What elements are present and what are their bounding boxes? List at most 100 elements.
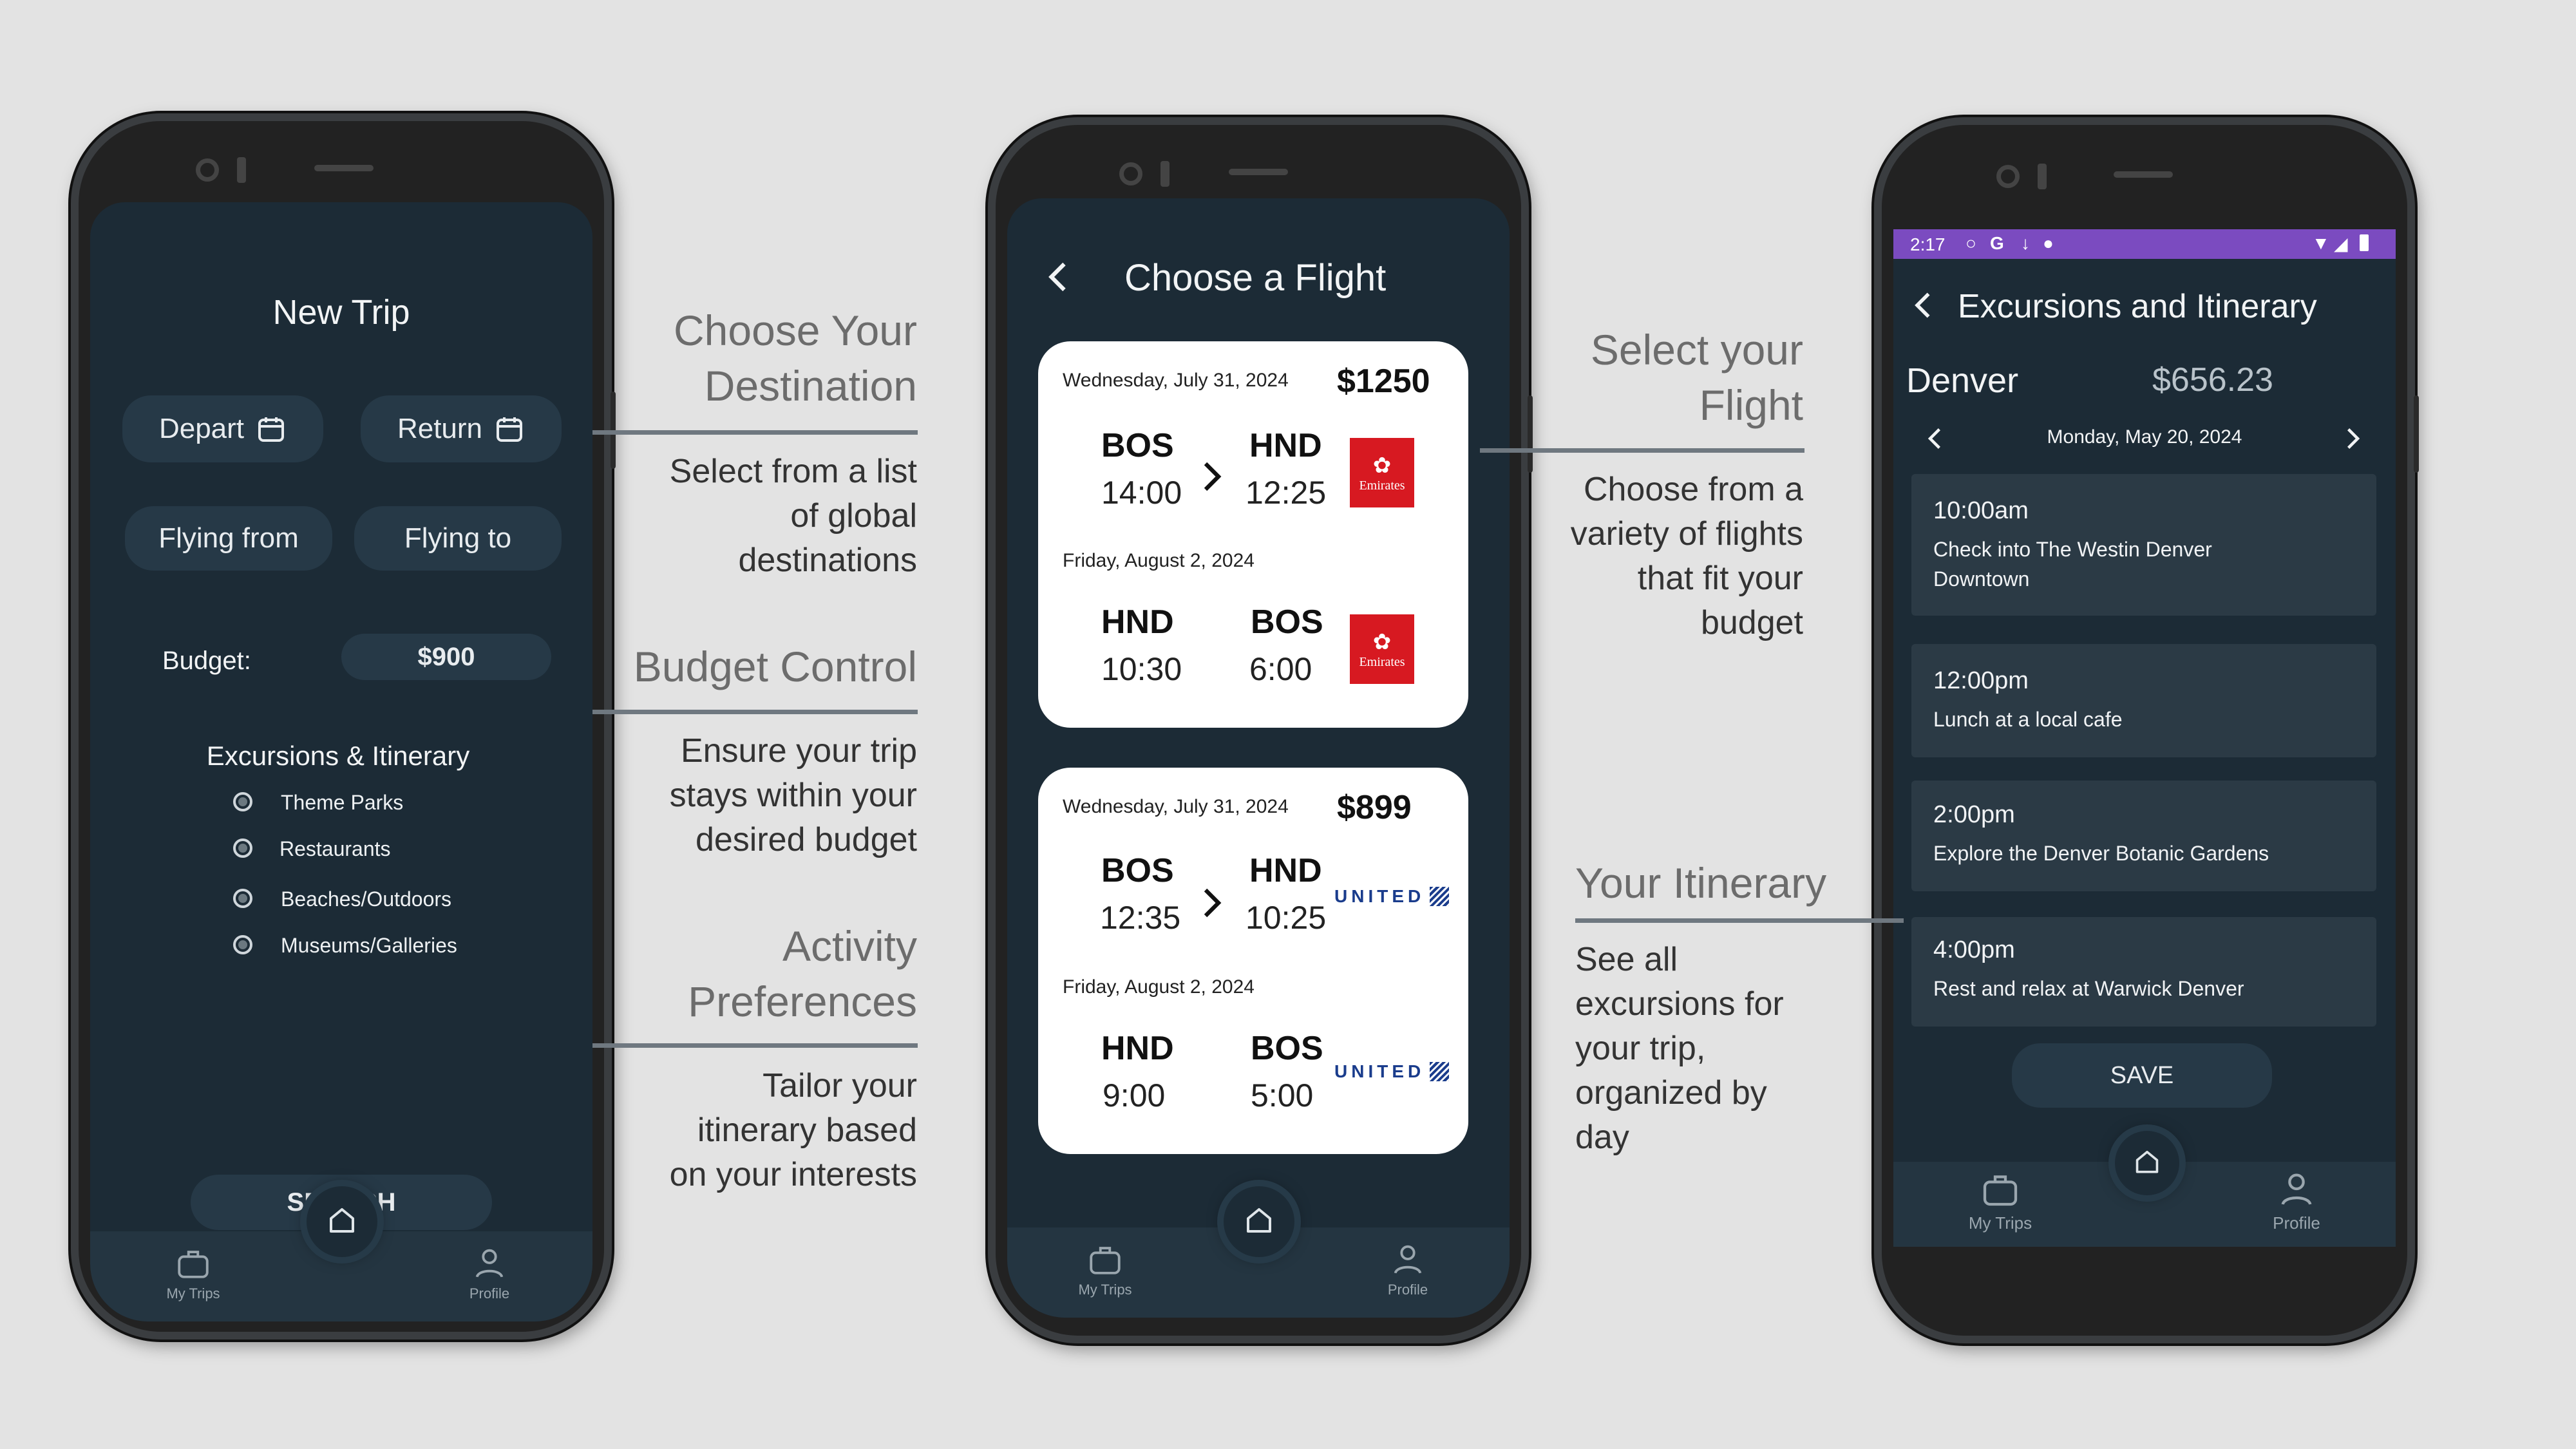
itinerary-item[interactable]: 12:00pm Lunch at a local cafe	[1911, 644, 2376, 757]
battery-icon	[2360, 234, 2369, 251]
annotation-text-line: that fit your	[1637, 560, 1803, 597]
flight-card[interactable]: Wednesday, July 31, 2024 $899 BOS HND 12…	[1038, 768, 1468, 1154]
annotation-title-line: Destination	[704, 362, 917, 410]
calendar-icon	[497, 417, 523, 442]
home-button[interactable]	[2115, 1131, 2179, 1195]
calendar-icon	[258, 417, 285, 442]
nav-profile[interactable]: Profile	[1363, 1240, 1453, 1298]
nav-my-trips[interactable]: My Trips	[148, 1244, 238, 1302]
airline-name: UNITED	[1334, 886, 1425, 906]
itinerary-description: Check into The Westin Denver Downtown	[1933, 538, 2212, 591]
radio-restaurants[interactable]	[233, 838, 252, 858]
notification-icon: ●	[2043, 233, 2054, 253]
annotation-text-line: organized by	[1575, 1074, 1767, 1112]
emirates-logo: ✿ Emirates	[1350, 614, 1414, 684]
nav-profile[interactable]: Profile	[444, 1244, 535, 1302]
airline-name: Emirates	[1359, 478, 1405, 493]
annotation-divider	[592, 710, 918, 714]
return-label: Return	[397, 413, 483, 444]
wifi-icon: ▼	[2312, 233, 2330, 253]
status-g: G	[1990, 233, 2004, 253]
option-beaches-outdoors: Beaches/Outdoors	[281, 887, 452, 911]
back-arrow-icon[interactable]	[1910, 287, 1938, 323]
save-label: SAVE	[2110, 1061, 2174, 1089]
annotation-activity-title: Activity Preferences	[531, 918, 917, 1029]
nav-my-trips[interactable]: My Trips	[1955, 1168, 2045, 1233]
itinerary-date: Monday, May 20, 2024	[2047, 426, 2242, 448]
annotation-divider	[592, 430, 918, 435]
annotation-destination-text: Select from a list of global destination…	[531, 450, 917, 583]
annotation-text-line: excursions for	[1575, 985, 1784, 1023]
annotation-budget-text: Ensure your trip stays within your desir…	[531, 729, 917, 862]
flying-to-label: Flying to	[404, 522, 512, 554]
airline-name: Emirates	[1359, 654, 1405, 669]
city-name: Denver	[1906, 361, 2019, 400]
annotation-text-line: desired budget	[695, 821, 917, 858]
itinerary-item[interactable]: 2:00pm Explore the Denver Botanic Garden…	[1911, 781, 2376, 891]
nav-my-trips-label: My Trips	[1078, 1282, 1132, 1298]
nav-my-trips[interactable]: My Trips	[1060, 1240, 1150, 1298]
annotation-text-line: your trip,	[1575, 1030, 1706, 1067]
annotation-text-line: Choose from a	[1583, 471, 1803, 508]
annotation-title-line: Preferences	[688, 978, 917, 1025]
nav-my-trips-label: My Trips	[166, 1285, 220, 1302]
annotation-itinerary-title: Your Itinerary	[1575, 855, 1936, 911]
nav-profile-label: Profile	[2273, 1213, 2320, 1233]
home-button[interactable]	[1224, 1186, 1294, 1257]
outbound-from-code: BOS	[1101, 852, 1174, 889]
phone-itinerary: 2:17 ○ G ↓ ● ▼ ◢ Excursions and Itinerar…	[1874, 117, 2419, 1343]
radio-beaches-outdoors[interactable]	[233, 889, 252, 908]
next-day-icon[interactable]	[2340, 422, 2363, 455]
flight-price: $1250	[1337, 363, 1430, 400]
depart-label: Depart	[158, 413, 245, 444]
save-button[interactable]: SAVE	[2012, 1043, 2272, 1108]
nav-profile[interactable]: Profile	[2251, 1168, 2342, 1233]
itinerary-description: Rest and relax at Warwick Denver	[1933, 977, 2244, 1000]
return-arrive-time: 5:00	[1251, 1077, 1314, 1113]
annotation-text-line: destinations	[738, 542, 917, 579]
annotation-title-line: Activity	[782, 922, 917, 970]
outbound-depart-time: 12:35	[1100, 900, 1181, 936]
return-to-code: BOS	[1251, 1030, 1323, 1067]
return-from-code: HND	[1101, 1030, 1174, 1067]
camera-lens	[1996, 165, 2020, 188]
back-arrow-icon[interactable]	[1043, 258, 1075, 296]
annotation-text-line: day	[1575, 1119, 1629, 1156]
itinerary-description: Lunch at a local cafe	[1933, 708, 2123, 731]
itinerary-item[interactable]: 4:00pm Rest and relax at Warwick Denver	[1911, 917, 2376, 1027]
annotation-flight-text: Choose from a variety of flights that fi…	[1443, 468, 1803, 645]
radio-theme-parks[interactable]	[233, 792, 252, 811]
suitcase-icon	[1090, 1247, 1121, 1274]
suitcase-icon	[1983, 1175, 2018, 1206]
budget-label: Budget:	[162, 647, 251, 675]
annotation-itinerary-text: See all excursions for your trip, organi…	[1575, 938, 1910, 1160]
depart-button[interactable]: Depart	[122, 395, 323, 462]
home-button[interactable]	[307, 1186, 377, 1257]
annotation-text-line: budget	[1700, 604, 1803, 641]
status-bar: 2:17 ○ G ↓ ● ▼ ◢	[1893, 229, 2396, 259]
annotation-text-line: Select from a list	[669, 453, 917, 490]
outbound-to-code: HND	[1249, 427, 1322, 464]
annotation-text-line: Tailor your	[762, 1067, 917, 1104]
flying-from-label: Flying from	[158, 522, 299, 554]
return-depart-time: 10:30	[1101, 651, 1182, 687]
outbound-date: Wednesday, July 31, 2024	[1063, 796, 1289, 817]
emirates-logo: ✿ Emirates	[1350, 438, 1414, 507]
annotation-text-line: on your interests	[669, 1156, 917, 1193]
camera-lens	[1119, 162, 1142, 185]
trip-total: $656.23	[2152, 361, 2273, 399]
annotation-text-line: itinerary based	[697, 1112, 917, 1149]
radio-museums-galleries[interactable]	[233, 935, 252, 954]
annotation-divider	[1575, 918, 1904, 923]
screen-itinerary: 2:17 ○ G ↓ ● ▼ ◢ Excursions and Itinerar…	[1893, 229, 2396, 1247]
itinerary-time: 4:00pm	[1933, 936, 2015, 963]
flying-from-field[interactable]: Flying from	[125, 506, 332, 571]
status-time: 2:17	[1910, 234, 1946, 254]
flight-card[interactable]: Wednesday, July 31, 2024 $1250 BOS HND 1…	[1038, 341, 1468, 728]
profile-icon	[1394, 1245, 1422, 1274]
option-museums-galleries: Museums/Galleries	[281, 934, 457, 957]
outbound-depart-time: 14:00	[1101, 475, 1182, 511]
annotation-text-line: Ensure your trip	[680, 732, 917, 770]
itinerary-item[interactable]: 10:00am Check into The Westin Denver Dow…	[1911, 474, 2376, 616]
speaker-grille	[1229, 169, 1288, 175]
